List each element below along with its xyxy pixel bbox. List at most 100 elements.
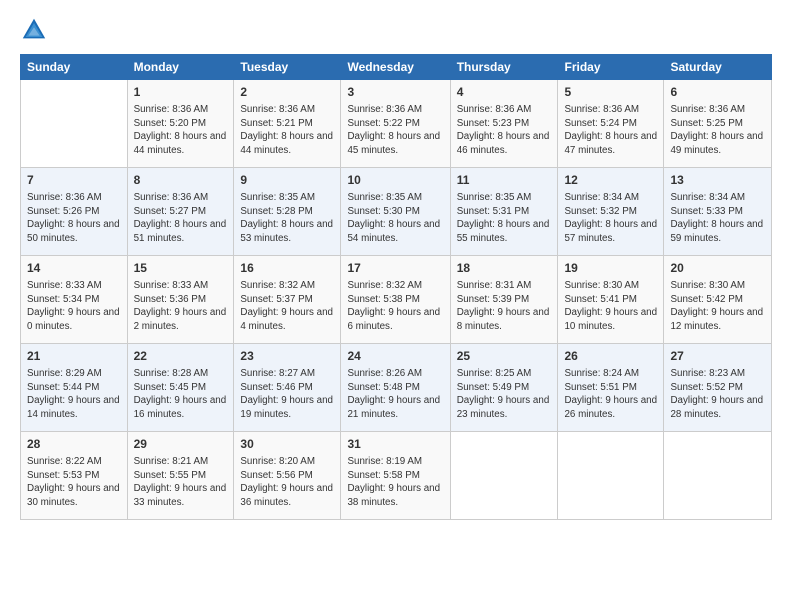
day-number: 21 bbox=[27, 348, 121, 365]
week-row-1: 1 Sunrise: 8:36 AMSunset: 5:20 PMDaylight… bbox=[21, 80, 772, 168]
day-number: 31 bbox=[347, 436, 443, 453]
cell-content: Sunrise: 8:33 AMSunset: 5:34 PMDaylight:… bbox=[27, 279, 121, 334]
day-number: 14 bbox=[27, 260, 121, 277]
cell-content: Sunrise: 8:35 AMSunset: 5:28 PMDaylight:… bbox=[240, 191, 334, 246]
calendar-cell: 21Sunrise: 8:29 AMSunset: 5:44 PMDayligh… bbox=[21, 344, 128, 432]
cell-content: Sunrise: 8:33 AMSunset: 5:36 PMDaylight:… bbox=[134, 279, 228, 334]
cell-content: Sunrise: 8:36 AMSunset: 5:21 PMDaylight:… bbox=[240, 103, 334, 158]
cell-content: Sunrise: 8:26 AMSunset: 5:48 PMDaylight:… bbox=[347, 367, 443, 422]
calendar-cell bbox=[450, 432, 558, 520]
cell-content: Sunrise: 8:22 AMSunset: 5:53 PMDaylight:… bbox=[27, 455, 121, 510]
weekday-sunday: Sunday bbox=[21, 55, 128, 80]
day-number: 25 bbox=[457, 348, 552, 365]
day-number: 3 bbox=[347, 84, 443, 101]
day-number: 23 bbox=[240, 348, 334, 365]
calendar-cell: 8 Sunrise: 8:36 AMSunset: 5:27 PMDaylight… bbox=[127, 168, 234, 256]
cell-content: Sunrise: 8:32 AMSunset: 5:38 PMDaylight:… bbox=[347, 279, 443, 334]
day-number: 26 bbox=[564, 348, 657, 365]
day-number: 20 bbox=[670, 260, 765, 277]
calendar-cell: 17 Sunrise: 8:32 AMSunset: 5:38 PMDayligh… bbox=[341, 256, 450, 344]
calendar-cell: 13 Sunrise: 8:34 AMSunset: 5:33 PMDayligh… bbox=[664, 168, 772, 256]
calendar-cell: 16 Sunrise: 8:32 AMSunset: 5:37 PMDayligh… bbox=[234, 256, 341, 344]
calendar-cell: 28 Sunrise: 8:22 AMSunset: 5:53 PMDayligh… bbox=[21, 432, 128, 520]
calendar-cell: 15 Sunrise: 8:33 AMSunset: 5:36 PMDayligh… bbox=[127, 256, 234, 344]
logo-icon bbox=[20, 16, 48, 44]
week-row-3: 14 Sunrise: 8:33 AMSunset: 5:34 PMDayligh… bbox=[21, 256, 772, 344]
cell-content: Sunrise: 8:36 AMSunset: 5:23 PMDaylight:… bbox=[457, 103, 552, 158]
calendar-cell: 22 Sunrise: 8:28 AMSunset: 5:45 PMDayligh… bbox=[127, 344, 234, 432]
cell-content: Sunrise: 8:35 AMSunset: 5:30 PMDaylight:… bbox=[347, 191, 443, 246]
calendar-cell: 26Sunrise: 8:24 AMSunset: 5:51 PMDayligh… bbox=[558, 344, 664, 432]
day-number: 11 bbox=[457, 172, 552, 189]
day-number: 17 bbox=[347, 260, 443, 277]
week-row-4: 21Sunrise: 8:29 AMSunset: 5:44 PMDayligh… bbox=[21, 344, 772, 432]
day-number: 28 bbox=[27, 436, 121, 453]
calendar-cell: 2 Sunrise: 8:36 AMSunset: 5:21 PMDaylight… bbox=[234, 80, 341, 168]
cell-content: Sunrise: 8:36 AMSunset: 5:20 PMDaylight:… bbox=[134, 103, 228, 158]
day-number: 5 bbox=[564, 84, 657, 101]
day-number: 1 bbox=[134, 84, 228, 101]
cell-content: Sunrise: 8:21 AMSunset: 5:55 PMDaylight:… bbox=[134, 455, 228, 510]
cell-content: Sunrise: 8:30 AMSunset: 5:42 PMDaylight:… bbox=[670, 279, 765, 334]
header bbox=[20, 16, 772, 44]
weekday-tuesday: Tuesday bbox=[234, 55, 341, 80]
day-number: 24 bbox=[347, 348, 443, 365]
calendar-cell bbox=[664, 432, 772, 520]
calendar-cell: 10 Sunrise: 8:35 AMSunset: 5:30 PMDayligh… bbox=[341, 168, 450, 256]
cell-content: Sunrise: 8:25 AMSunset: 5:49 PMDaylight:… bbox=[457, 367, 552, 422]
day-number: 30 bbox=[240, 436, 334, 453]
calendar-cell: 14 Sunrise: 8:33 AMSunset: 5:34 PMDayligh… bbox=[21, 256, 128, 344]
calendar-cell bbox=[558, 432, 664, 520]
cell-content: Sunrise: 8:27 AMSunset: 5:46 PMDaylight:… bbox=[240, 367, 334, 422]
cell-content: Sunrise: 8:35 AMSunset: 5:31 PMDaylight:… bbox=[457, 191, 552, 246]
cell-content: Sunrise: 8:36 AMSunset: 5:27 PMDaylight:… bbox=[134, 191, 228, 246]
calendar-cell: 5Sunrise: 8:36 AMSunset: 5:24 PMDaylight… bbox=[558, 80, 664, 168]
calendar-cell: 4 Sunrise: 8:36 AMSunset: 5:23 PMDaylight… bbox=[450, 80, 558, 168]
cell-content: Sunrise: 8:36 AMSunset: 5:26 PMDaylight:… bbox=[27, 191, 121, 246]
calendar-cell: 30 Sunrise: 8:20 AMSunset: 5:56 PMDayligh… bbox=[234, 432, 341, 520]
day-number: 22 bbox=[134, 348, 228, 365]
cell-content: Sunrise: 8:20 AMSunset: 5:56 PMDaylight:… bbox=[240, 455, 334, 510]
calendar-cell: 9 Sunrise: 8:35 AMSunset: 5:28 PMDaylight… bbox=[234, 168, 341, 256]
cell-content: Sunrise: 8:19 AMSunset: 5:58 PMDaylight:… bbox=[347, 455, 443, 510]
day-number: 13 bbox=[670, 172, 765, 189]
cell-content: Sunrise: 8:36 AMSunset: 5:22 PMDaylight:… bbox=[347, 103, 443, 158]
day-number: 9 bbox=[240, 172, 334, 189]
weekday-wednesday: Wednesday bbox=[341, 55, 450, 80]
cell-content: Sunrise: 8:34 AMSunset: 5:33 PMDaylight:… bbox=[670, 191, 765, 246]
weekday-header-row: SundayMondayTuesdayWednesdayThursdayFrid… bbox=[21, 55, 772, 80]
day-number: 19 bbox=[564, 260, 657, 277]
calendar-cell bbox=[21, 80, 128, 168]
cell-content: Sunrise: 8:34 AMSunset: 5:32 PMDaylight:… bbox=[564, 191, 657, 246]
week-row-2: 7 Sunrise: 8:36 AMSunset: 5:26 PMDaylight… bbox=[21, 168, 772, 256]
calendar-cell: 7 Sunrise: 8:36 AMSunset: 5:26 PMDaylight… bbox=[21, 168, 128, 256]
calendar-cell: 25 Sunrise: 8:25 AMSunset: 5:49 PMDayligh… bbox=[450, 344, 558, 432]
day-number: 10 bbox=[347, 172, 443, 189]
day-number: 18 bbox=[457, 260, 552, 277]
calendar-cell: 24 Sunrise: 8:26 AMSunset: 5:48 PMDayligh… bbox=[341, 344, 450, 432]
calendar-cell: 3 Sunrise: 8:36 AMSunset: 5:22 PMDaylight… bbox=[341, 80, 450, 168]
day-number: 2 bbox=[240, 84, 334, 101]
cell-content: Sunrise: 8:28 AMSunset: 5:45 PMDaylight:… bbox=[134, 367, 228, 422]
logo bbox=[20, 16, 50, 44]
calendar-cell: 1 Sunrise: 8:36 AMSunset: 5:20 PMDaylight… bbox=[127, 80, 234, 168]
calendar-cell: 31 Sunrise: 8:19 AMSunset: 5:58 PMDayligh… bbox=[341, 432, 450, 520]
calendar-cell: 11 Sunrise: 8:35 AMSunset: 5:31 PMDayligh… bbox=[450, 168, 558, 256]
day-number: 8 bbox=[134, 172, 228, 189]
day-number: 29 bbox=[134, 436, 228, 453]
calendar-cell: 18 Sunrise: 8:31 AMSunset: 5:39 PMDayligh… bbox=[450, 256, 558, 344]
day-number: 4 bbox=[457, 84, 552, 101]
weekday-monday: Monday bbox=[127, 55, 234, 80]
calendar-cell: 19Sunrise: 8:30 AMSunset: 5:41 PMDayligh… bbox=[558, 256, 664, 344]
calendar-cell: 20 Sunrise: 8:30 AMSunset: 5:42 PMDayligh… bbox=[664, 256, 772, 344]
calendar-table: SundayMondayTuesdayWednesdayThursdayFrid… bbox=[20, 54, 772, 520]
calendar-cell: 29 Sunrise: 8:21 AMSunset: 5:55 PMDayligh… bbox=[127, 432, 234, 520]
day-number: 15 bbox=[134, 260, 228, 277]
calendar-cell: 6Sunrise: 8:36 AMSunset: 5:25 PMDaylight… bbox=[664, 80, 772, 168]
cell-content: Sunrise: 8:32 AMSunset: 5:37 PMDaylight:… bbox=[240, 279, 334, 334]
cell-content: Sunrise: 8:31 AMSunset: 5:39 PMDaylight:… bbox=[457, 279, 552, 334]
day-number: 16 bbox=[240, 260, 334, 277]
day-number: 7 bbox=[27, 172, 121, 189]
week-row-5: 28 Sunrise: 8:22 AMSunset: 5:53 PMDayligh… bbox=[21, 432, 772, 520]
cell-content: Sunrise: 8:36 AMSunset: 5:25 PMDaylight:… bbox=[670, 103, 765, 158]
